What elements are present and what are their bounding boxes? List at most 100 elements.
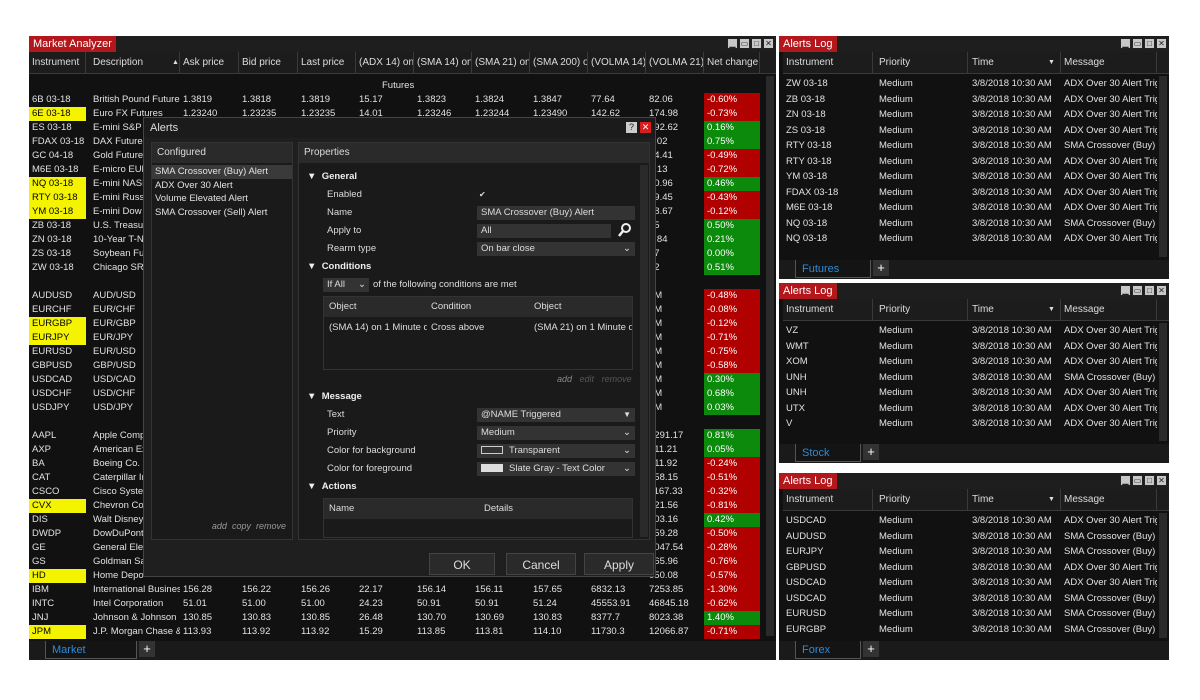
fg-color-select[interactable]: Slate Gray - Text Color ⌄ <box>477 462 635 476</box>
search-icon[interactable] <box>617 222 633 238</box>
column-header[interactable]: Instrument <box>29 52 86 74</box>
general-section[interactable]: ▼ General <box>307 170 357 184</box>
cond-object2[interactable]: (SMA 21) on 1 Minute da <box>534 321 632 335</box>
add-tab-button[interactable]: + <box>863 444 879 460</box>
cancel-button[interactable]: Cancel <box>506 553 576 575</box>
add-tab-button[interactable]: + <box>873 260 889 276</box>
column-header[interactable]: Instrument <box>783 489 873 511</box>
minimize-button[interactable]: ▁ <box>1120 285 1131 296</box>
alerts-log-titlebar[interactable]: Alerts Log ▁ ▭ □ ✕ <box>779 473 1169 489</box>
cond-object1[interactable]: (SMA 14) on 1 Minute da <box>329 321 427 335</box>
priority-select[interactable]: Medium ⌄ <box>477 426 635 440</box>
tab-futures-alerts[interactable]: Futures Alerts <box>795 260 871 278</box>
chevron-down-icon[interactable]: ▼ <box>1045 52 1055 74</box>
alert-row[interactable]: VZ Medium 3/8/2018 10:30 AM ADX Over 30 Ale… <box>783 324 1169 338</box>
close-button[interactable]: ✕ <box>1156 475 1167 486</box>
column-header[interactable]: Ask price <box>180 52 239 74</box>
copy-link[interactable]: copy <box>232 521 251 531</box>
column-header[interactable]: (SMA 200) o <box>530 52 588 74</box>
chevron-down-icon[interactable]: ▼ <box>1045 299 1055 321</box>
column-header[interactable]: Priority <box>876 489 968 511</box>
apply-button[interactable]: Apply <box>584 553 654 575</box>
dialog-close-button[interactable]: ✕ <box>640 122 651 133</box>
column-header[interactable]: Instrument <box>783 52 873 74</box>
alert-row[interactable]: ZS 03-18 Medium 3/8/2018 10:30 AM ADX Over … <box>783 124 1169 138</box>
close-button[interactable]: ✕ <box>763 38 774 49</box>
edit-condition-link[interactable]: edit <box>580 374 595 384</box>
cond-condition[interactable]: Cross above <box>431 321 484 335</box>
close-button[interactable]: ✕ <box>1156 285 1167 296</box>
close-button[interactable]: ✕ <box>1156 38 1167 49</box>
table-row[interactable]: INTC Intel Corporation 51.01 51.00 51.00 24.2… <box>29 597 776 611</box>
message-section[interactable]: ▼ Message <box>307 390 362 404</box>
table-row[interactable]: JNJ Johnson & Johnson 130.85 130.83 130.85 26… <box>29 611 776 625</box>
minimize-button[interactable]: ▁ <box>727 38 738 49</box>
column-header[interactable]: Net change <box>704 52 760 74</box>
minimize-button[interactable]: ▁ <box>1120 475 1131 486</box>
column-header[interactable]: (ADX 14) on <box>356 52 414 74</box>
alert-row[interactable]: YM 03-18 Medium 3/8/2018 10:30 AM ADX Over … <box>783 170 1169 184</box>
tab-market-analyzer[interactable]: Market Analyzer <box>45 641 137 659</box>
help-button[interactable]: ? <box>626 122 637 133</box>
alert-row[interactable]: USDCAD Medium 3/8/2018 10:30 AM ADX Over 30… <box>783 514 1169 528</box>
column-header[interactable]: (VOLMA 21) <box>646 52 704 74</box>
column-header[interactable]: Instrument <box>783 299 873 321</box>
alert-row[interactable]: RTY 03-18 Medium 3/8/2018 10:30 AM SMA Cros… <box>783 139 1169 153</box>
remove-link[interactable]: remove <box>256 521 286 531</box>
properties-scrollbar[interactable] <box>640 165 648 537</box>
add-tab-button[interactable]: + <box>863 641 879 657</box>
enabled-checkbox[interactable]: ✔ <box>479 188 486 202</box>
column-header[interactable]: Message <box>1061 299 1157 321</box>
column-header[interactable]: Bid price <box>239 52 298 74</box>
name-input[interactable]: SMA Crossover (Buy) Alert <box>477 206 635 220</box>
configured-alert-item[interactable]: SMA Crossover (Sell) Alert <box>152 206 292 220</box>
alert-row[interactable]: NQ 03-18 Medium 3/8/2018 10:30 AM SMA Cross… <box>783 217 1169 231</box>
if-select[interactable]: If All ⌄ <box>323 278 369 292</box>
restore-button[interactable]: ▭ <box>1132 285 1143 296</box>
alert-row[interactable]: UNH Medium 3/8/2018 10:30 AM ADX Over 30 Al… <box>783 386 1169 400</box>
alerts-log-titlebar[interactable]: Alerts Log ▁ ▭ □ ✕ <box>779 36 1169 52</box>
column-header[interactable]: Last price <box>298 52 356 74</box>
alerts-log-titlebar[interactable]: Alerts Log ▁ ▭ □ ✕ <box>779 283 1169 299</box>
alert-row[interactable]: UNH Medium 3/8/2018 10:30 AM SMA Crossover … <box>783 371 1169 385</box>
minimize-button[interactable]: ▁ <box>1120 38 1131 49</box>
table-row[interactable]: 6B 03-18 British Pound Futures 1.3819 1.381… <box>29 93 776 107</box>
alert-row[interactable]: EURGBP Medium 3/8/2018 10:30 AM SMA Crossov… <box>783 623 1169 637</box>
add-link[interactable]: add <box>212 521 227 531</box>
alert-row[interactable]: USDCAD Medium 3/8/2018 10:30 AM SMA Crossov… <box>783 592 1169 606</box>
alerts-log-scrollbar[interactable] <box>1159 513 1167 638</box>
column-header[interactable]: (VOLMA 14) <box>588 52 646 74</box>
table-row[interactable]: IBM International Busines 156.28 156.22 156.… <box>29 583 776 597</box>
configured-alert-item[interactable]: SMA Crossover (Buy) Alert <box>152 165 292 179</box>
column-header[interactable]: Message <box>1061 489 1157 511</box>
text-input[interactable]: @NAME Triggered ▼ <box>477 408 635 422</box>
rearm-select[interactable]: On bar close ⌄ <box>477 242 635 256</box>
alert-row[interactable]: USDCAD Medium 3/8/2018 10:30 AM ADX Over 30… <box>783 576 1169 590</box>
add-tab-button[interactable]: + <box>139 641 155 657</box>
alert-row[interactable]: UTX Medium 3/8/2018 10:30 AM ADX Over 30 Al… <box>783 402 1169 416</box>
apply-to-input[interactable]: All <box>477 224 611 238</box>
market-scrollbar[interactable] <box>766 76 774 636</box>
column-header[interactable]: Message <box>1061 52 1157 74</box>
tab-forex-alerts[interactable]: Forex Alerts <box>795 641 861 659</box>
alert-row[interactable]: FDAX 03-18 Medium 3/8/2018 10:30 AM ADX Ove… <box>783 186 1169 200</box>
alert-row[interactable]: AUDUSD Medium 3/8/2018 10:30 AM SMA Crossov… <box>783 530 1169 544</box>
alert-row[interactable]: GBPUSD Medium 3/8/2018 10:30 AM ADX Over 30… <box>783 561 1169 575</box>
configured-alert-item[interactable]: Volume Elevated Alert <box>152 192 292 206</box>
remove-condition-link[interactable]: remove <box>602 374 632 384</box>
alert-row[interactable]: V Medium 3/8/2018 10:30 AM ADX Over 30 Aler… <box>783 417 1169 431</box>
alert-row[interactable]: ZB 03-18 Medium 3/8/2018 10:30 AM ADX Over … <box>783 93 1169 107</box>
alert-row[interactable]: XOM Medium 3/8/2018 10:30 AM ADX Over 30 Al… <box>783 355 1169 369</box>
restore-button[interactable]: ▭ <box>1132 38 1143 49</box>
chevron-down-icon[interactable]: ▼ <box>1045 489 1055 511</box>
actions-section[interactable]: ▼ Actions <box>307 480 357 494</box>
alert-row[interactable]: EURUSD Medium 3/8/2018 10:30 AM SMA Crossov… <box>783 607 1169 621</box>
configured-alert-item[interactable]: ADX Over 30 Alert <box>152 179 292 193</box>
bg-color-select[interactable]: Transparent ⌄ <box>477 444 635 458</box>
column-header[interactable]: (SMA 14) on <box>414 52 472 74</box>
table-row[interactable]: JPM J.P. Morgan Chase & (113.93 113.92 113.… <box>29 625 776 639</box>
alert-row[interactable]: NQ 03-18 Medium 3/8/2018 10:30 AM ADX Over … <box>783 232 1169 246</box>
alerts-dialog-titlebar[interactable]: Alerts ? ✕ <box>144 118 655 138</box>
conditions-section[interactable]: ▼ Conditions <box>307 260 371 274</box>
add-condition-link[interactable]: add <box>557 374 572 384</box>
